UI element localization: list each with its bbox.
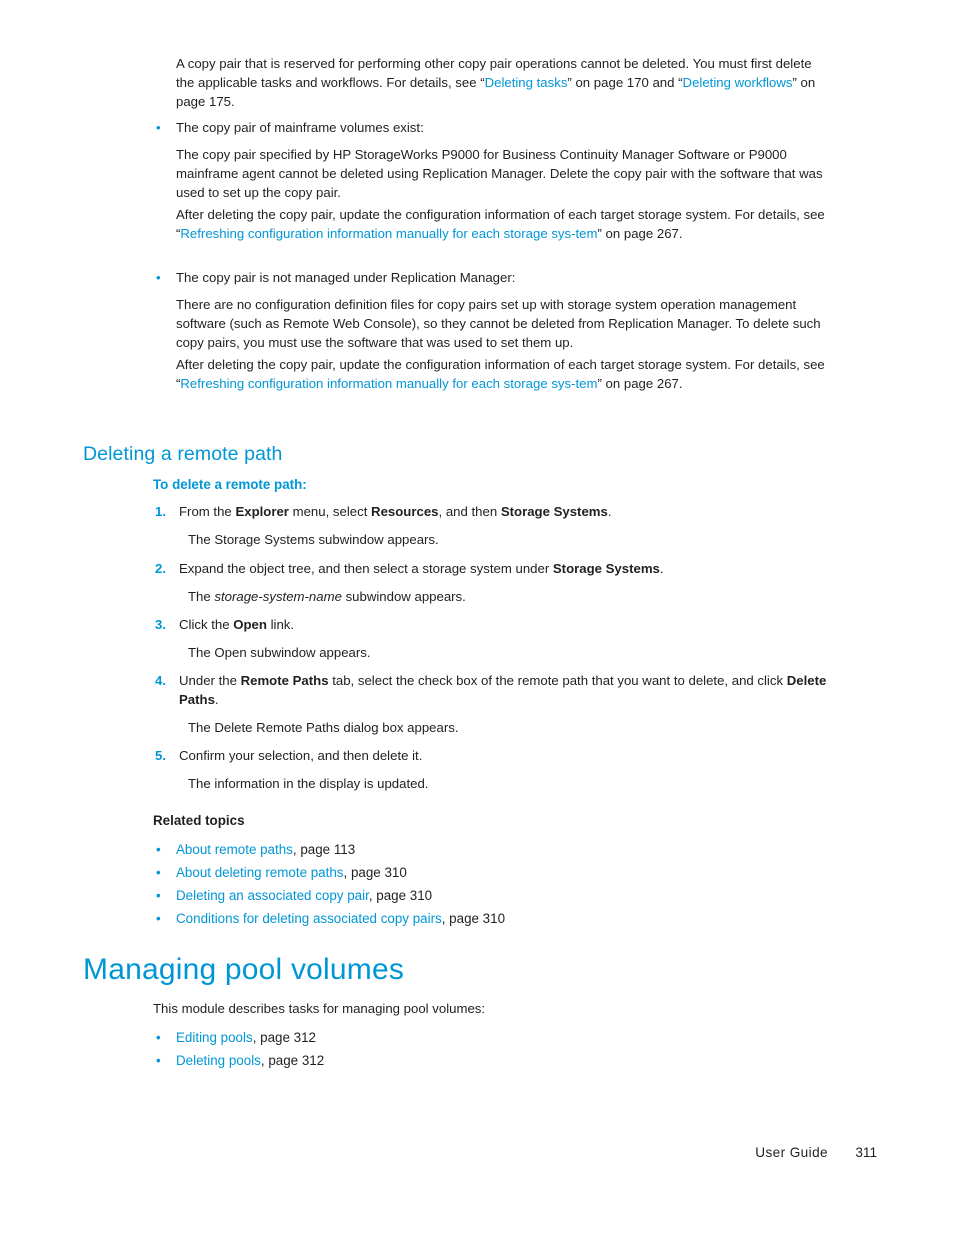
step-3-t1: Click the xyxy=(179,617,234,632)
related-topic-4-page: , page 310 xyxy=(441,911,506,926)
step-4-b1: Remote Paths xyxy=(240,673,329,688)
condition-1-paragraph-1: The copy pair specified by HP StorageWor… xyxy=(176,145,830,202)
bullet-icon: • xyxy=(156,888,161,903)
condition-1-paragraph-2: After deleting the copy pair, update the… xyxy=(176,205,830,243)
step-1: 1. From the Explorer menu, select Resour… xyxy=(150,502,840,521)
pool-topic-1-page: , page 312 xyxy=(252,1030,316,1045)
bullet-icon: • xyxy=(156,1030,161,1045)
condition-bullet-2-label: The copy pair is not managed under Repli… xyxy=(176,270,516,285)
step-1-b1: Explorer xyxy=(235,504,289,519)
pool-topic-2: • Deleting pools, page 312 xyxy=(150,1049,830,1072)
bullet-icon: • xyxy=(156,120,161,135)
related-topic-3: • Deleting an associated copy pair, page… xyxy=(150,884,830,907)
section-heading-deleting-remote-path: Deleting a remote path xyxy=(83,443,283,465)
condition-bullet-1: • The copy pair of mainframe volumes exi… xyxy=(150,118,830,137)
step-3-b1: Open xyxy=(233,617,267,632)
related-topic-4-body: Conditions for deleting associated copy … xyxy=(176,907,830,930)
bullet-icon: • xyxy=(156,270,161,285)
step-4-t1: Under the xyxy=(179,673,241,688)
intro-paragraph: A copy pair that is reserved for perform… xyxy=(176,54,830,111)
step-3-number: 3. xyxy=(155,617,166,632)
step-5-number: 5. xyxy=(155,748,166,763)
step-2-b1: Storage Systems xyxy=(552,561,660,576)
step-3-t2: link. xyxy=(266,617,295,632)
step-1-text: From the Explorer menu, select Resources… xyxy=(179,502,840,521)
step-3-result: The Open subwindow appears. xyxy=(188,645,371,660)
step-4-text: Under the Remote Paths tab, select the c… xyxy=(179,671,840,709)
step-1-b3: Storage Systems xyxy=(500,504,608,519)
related-topic-1-body: About remote paths, page 113 xyxy=(176,838,830,861)
step-4-number: 4. xyxy=(155,673,166,688)
pool-topic-2-page: , page 312 xyxy=(260,1053,325,1068)
step-4: 4. Under the Remote Paths tab, select th… xyxy=(150,671,840,709)
condition-bullet-2: • The copy pair is not managed under Rep… xyxy=(150,268,830,287)
bullet-icon: • xyxy=(156,1053,161,1068)
related-topic-3-page: , page 310 xyxy=(368,888,433,903)
step-2-t1: Expand the object tree, and then select … xyxy=(179,561,553,576)
link-about-remote-paths[interactable]: About remote paths xyxy=(176,842,293,857)
step-1-number: 1. xyxy=(155,504,166,519)
condition-1-paragraph-1-text: The copy pair specified by HP StorageWor… xyxy=(176,147,823,201)
related-topic-2-page: , page 310 xyxy=(343,865,407,880)
link-deleting-pools[interactable]: Deleting pools xyxy=(176,1053,261,1068)
step-5: 5. Confirm your selection, and then dele… xyxy=(150,746,840,765)
step-4-t2: tab, select the check box of the remote … xyxy=(328,673,787,688)
link-about-deleting-remote-paths[interactable]: About deleting remote paths xyxy=(176,865,344,880)
step-1-t1: From the xyxy=(179,504,236,519)
step-4-t3: . xyxy=(214,692,219,708)
procedure-title: To delete a remote path: xyxy=(153,477,307,492)
related-topic-1: • About remote paths, page 113 xyxy=(150,838,830,861)
footer-label: User Guide xyxy=(755,1145,828,1160)
condition-1-paragraph-2-after: ” on page 267. xyxy=(597,226,683,242)
step-3: 3. Click the Open link. xyxy=(150,615,840,634)
step-1-t4: . xyxy=(607,504,612,519)
step-1-b2: Resources xyxy=(371,504,439,519)
intro-text-part2: ” on page 170 and “ xyxy=(567,75,683,91)
step-5-result: The information in the display is update… xyxy=(188,776,429,791)
condition-2-paragraph-1: There are no configuration definition fi… xyxy=(176,295,830,352)
related-topics-title: Related topics xyxy=(153,813,245,828)
section-heading-managing-pool-volumes: Managing pool volumes xyxy=(83,953,405,986)
related-topic-3-body: Deleting an associated copy pair, page 3… xyxy=(176,884,830,907)
pool-volumes-intro: This module describes tasks for managing… xyxy=(153,1001,486,1016)
step-2-result-before: The xyxy=(188,589,215,604)
bullet-icon: • xyxy=(156,911,161,926)
related-topic-2: • About deleting remote paths, page 310 xyxy=(150,861,830,884)
condition-2-paragraph-2-after: ” on page 267. xyxy=(597,376,683,392)
related-topic-4: • Conditions for deleting associated cop… xyxy=(150,907,830,930)
link-refreshing-configuration-2[interactable]: Refreshing configuration information man… xyxy=(180,376,597,391)
step-1-t3: , and then xyxy=(438,504,501,519)
step-1-t2: menu, select xyxy=(288,504,372,519)
bullet-icon: • xyxy=(156,865,161,880)
step-2-result-italic: storage-system-name xyxy=(214,589,342,604)
related-topic-2-body: About deleting remote paths, page 310 xyxy=(176,861,830,884)
link-deleting-associated-copy-pair[interactable]: Deleting an associated copy pair xyxy=(176,888,369,903)
step-1-result: The Storage Systems subwindow appears. xyxy=(188,532,439,547)
step-2-t2: . xyxy=(659,561,664,576)
footer-page-number: 311 xyxy=(855,1145,877,1160)
pool-topic-2-body: Deleting pools, page 312 xyxy=(176,1049,830,1072)
document-page: A copy pair that is reserved for perform… xyxy=(0,0,954,1235)
bullet-icon: • xyxy=(156,842,161,857)
page-footer: User Guide 311 xyxy=(0,1143,954,1165)
condition-bullet-1-label: The copy pair of mainframe volumes exist… xyxy=(176,120,424,135)
condition-2-paragraph-1-text: There are no configuration definition fi… xyxy=(176,297,821,351)
step-4-result: The Delete Remote Paths dialog box appea… xyxy=(188,720,459,735)
step-2-text: Expand the object tree, and then select … xyxy=(179,559,840,578)
pool-topic-1-body: Editing pools, page 312 xyxy=(176,1026,830,1049)
step-2: 2. Expand the object tree, and then sele… xyxy=(150,559,840,578)
related-topic-1-page: , page 113 xyxy=(292,842,356,857)
link-conditions-deleting-associated-copy-pairs[interactable]: Conditions for deleting associated copy … xyxy=(176,911,442,926)
link-editing-pools[interactable]: Editing pools xyxy=(176,1030,253,1045)
link-deleting-workflows[interactable]: Deleting workflows xyxy=(683,75,793,90)
link-refreshing-configuration-1[interactable]: Refreshing configuration information man… xyxy=(180,226,597,241)
step-2-number: 2. xyxy=(155,561,166,576)
step-2-result-after: subwindow appears. xyxy=(341,589,466,604)
step-3-text: Click the Open link. xyxy=(179,615,840,634)
condition-2-paragraph-2: After deleting the copy pair, update the… xyxy=(176,355,830,393)
step-5-text: Confirm your selection, and then delete … xyxy=(179,748,423,763)
step-2-result: The storage-system-name subwindow appear… xyxy=(188,587,828,606)
pool-topic-1: • Editing pools, page 312 xyxy=(150,1026,830,1049)
link-deleting-tasks[interactable]: Deleting tasks xyxy=(485,75,568,90)
